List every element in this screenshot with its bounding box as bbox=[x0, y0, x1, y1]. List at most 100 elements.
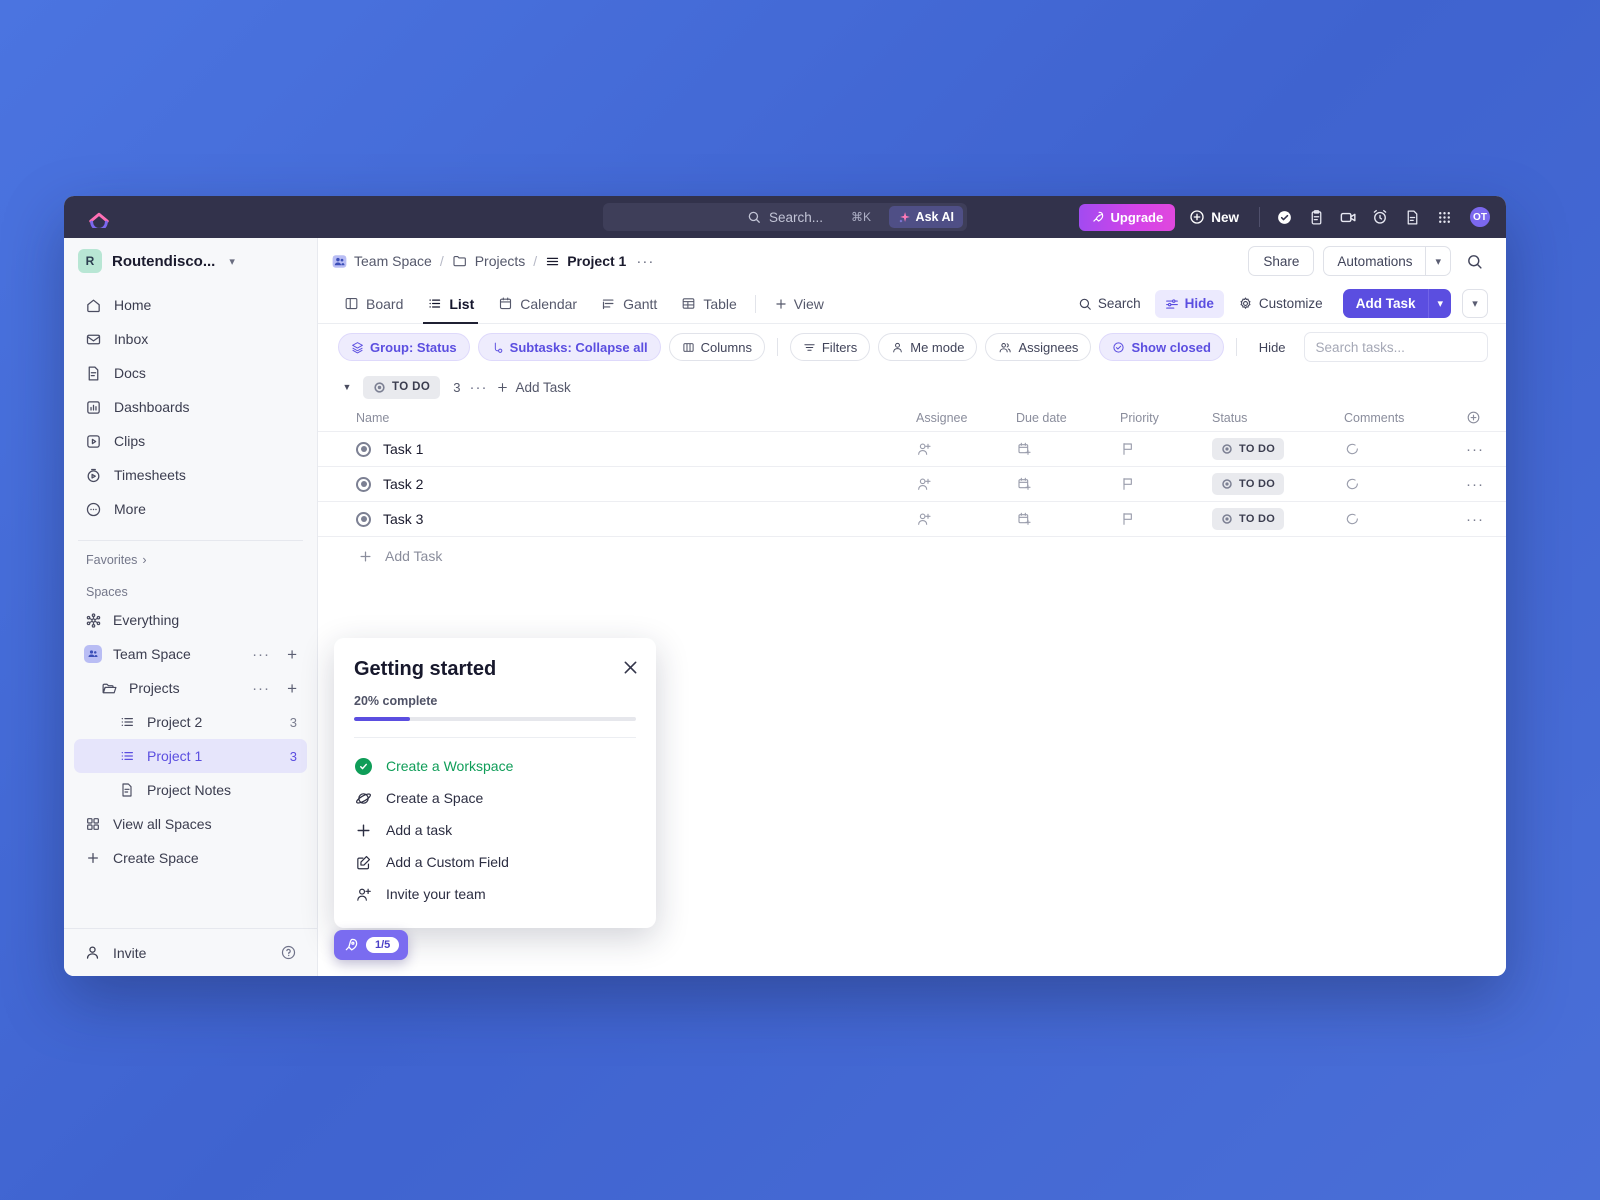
group-status-badge[interactable]: TO DO bbox=[363, 375, 441, 399]
table-row[interactable]: Task 3 TO DO ··· bbox=[318, 502, 1506, 537]
chip-filters[interactable]: Filters bbox=[789, 333, 871, 361]
add-task-caret-icon[interactable]: ▾ bbox=[1428, 289, 1451, 318]
task-assignee-cell[interactable] bbox=[916, 511, 1016, 527]
close-icon[interactable] bbox=[621, 658, 640, 677]
add-task-bottom-button[interactable]: Add Task bbox=[318, 537, 1506, 575]
add-view-button[interactable]: View bbox=[762, 296, 836, 312]
projects-add-icon[interactable]: + bbox=[287, 680, 297, 697]
tab-board[interactable]: Board bbox=[332, 284, 415, 324]
sidebar-item-project-1[interactable]: Project 1 3 bbox=[74, 739, 307, 773]
column-name[interactable]: Name bbox=[356, 411, 916, 425]
tab-gantt[interactable]: Gantt bbox=[589, 284, 669, 324]
task-priority-cell[interactable] bbox=[1120, 476, 1212, 492]
global-search-input[interactable]: Search... ⌘K Ask AI bbox=[603, 203, 967, 231]
tab-table[interactable]: Table bbox=[669, 284, 748, 324]
task-status-circle-icon[interactable] bbox=[356, 441, 371, 457]
breadcrumb-overflow-icon[interactable]: ··· bbox=[636, 253, 654, 270]
apps-grid-icon[interactable] bbox=[1430, 203, 1458, 231]
column-assignee[interactable]: Assignee bbox=[916, 411, 1016, 425]
question-mark-icon[interactable] bbox=[280, 944, 297, 961]
table-row[interactable]: Task 2 TO DO ··· bbox=[318, 467, 1506, 502]
step-create-a-space[interactable]: Create a Space bbox=[354, 782, 636, 814]
task-status-cell[interactable]: TO DO bbox=[1212, 438, 1344, 460]
sidebar-item-clips[interactable]: Clips bbox=[74, 424, 307, 458]
tab-list[interactable]: List bbox=[415, 284, 486, 324]
task-status-cell[interactable]: TO DO bbox=[1212, 508, 1344, 530]
sidebar-item-inbox[interactable]: Inbox bbox=[74, 322, 307, 356]
search-icon[interactable] bbox=[1460, 247, 1488, 275]
document-icon[interactable] bbox=[1398, 203, 1426, 231]
task-search-input[interactable]: Search tasks... bbox=[1303, 332, 1488, 362]
table-row[interactable]: Task 1 TO DO ··· bbox=[318, 432, 1506, 467]
alarm-clock-icon[interactable] bbox=[1366, 203, 1394, 231]
share-button[interactable]: Share bbox=[1248, 246, 1315, 276]
add-task-button[interactable]: Add Task bbox=[1342, 289, 1429, 318]
task-comments-cell[interactable] bbox=[1344, 476, 1466, 492]
invite-label[interactable]: Invite bbox=[113, 945, 146, 961]
check-circle-icon[interactable] bbox=[1270, 203, 1298, 231]
sidebar-item-view-all-spaces[interactable]: View all Spaces bbox=[74, 807, 307, 841]
chip-assignees[interactable]: Assignees bbox=[985, 333, 1092, 361]
clickup-logo-icon[interactable] bbox=[86, 204, 112, 230]
task-name-cell[interactable]: Task 3 bbox=[356, 511, 916, 527]
task-row-options-icon[interactable]: ··· bbox=[1466, 441, 1506, 458]
user-avatar[interactable]: OT bbox=[1468, 205, 1492, 229]
workspace-switcher[interactable]: R Routendisco... ▾ bbox=[64, 238, 317, 284]
chip-me-mode[interactable]: Me mode bbox=[878, 333, 978, 361]
sidebar-item-create-space[interactable]: Create Space bbox=[74, 841, 307, 875]
task-priority-cell[interactable] bbox=[1120, 511, 1212, 527]
view-search-button[interactable]: Search bbox=[1068, 290, 1151, 318]
automations-caret-icon[interactable]: ▾ bbox=[1425, 246, 1451, 276]
team-space-add-icon[interactable]: + bbox=[287, 646, 297, 663]
collapse-caret-icon[interactable]: ▼ bbox=[340, 382, 354, 392]
automations-button[interactable]: Automations bbox=[1323, 246, 1426, 276]
sidebar-item-projects[interactable]: Projects ··· + bbox=[74, 671, 307, 705]
task-due-date-cell[interactable] bbox=[1016, 476, 1120, 492]
chip-group-status[interactable]: Group: Status bbox=[338, 333, 470, 361]
column-comments[interactable]: Comments bbox=[1344, 411, 1466, 425]
breadcrumb-projects[interactable]: Projects bbox=[452, 253, 525, 269]
sidebar-item-dashboards[interactable]: Dashboards bbox=[74, 390, 307, 424]
step-invite-your-team[interactable]: Invite your team bbox=[354, 878, 636, 910]
group-add-task-button[interactable]: Add Task bbox=[496, 380, 571, 395]
favorites-section[interactable]: Favorites › bbox=[64, 541, 317, 571]
step-add-a-task[interactable]: Add a task bbox=[354, 814, 636, 846]
chip-show-closed[interactable]: Show closed bbox=[1099, 333, 1224, 361]
new-button[interactable]: New bbox=[1179, 204, 1249, 231]
hide-button[interactable]: Hide bbox=[1154, 289, 1224, 318]
sidebar-item-project-2[interactable]: Project 2 3 bbox=[74, 705, 307, 739]
add-column-button[interactable] bbox=[1466, 410, 1506, 425]
task-assignee-cell[interactable] bbox=[916, 441, 1016, 457]
sidebar-item-everything[interactable]: Everything bbox=[74, 603, 307, 637]
task-due-date-cell[interactable] bbox=[1016, 511, 1120, 527]
video-camera-icon[interactable] bbox=[1334, 203, 1362, 231]
group-options-icon[interactable]: ··· bbox=[469, 379, 487, 396]
task-priority-cell[interactable] bbox=[1120, 441, 1212, 457]
task-status-circle-icon[interactable] bbox=[356, 476, 371, 492]
column-priority[interactable]: Priority bbox=[1120, 411, 1212, 425]
task-status-cell[interactable]: TO DO bbox=[1212, 473, 1344, 495]
sidebar-item-more[interactable]: More bbox=[74, 492, 307, 526]
task-comments-cell[interactable] bbox=[1344, 511, 1466, 527]
chip-columns[interactable]: Columns bbox=[668, 333, 765, 361]
task-due-date-cell[interactable] bbox=[1016, 441, 1120, 457]
column-due-date[interactable]: Due date bbox=[1016, 411, 1120, 425]
task-name-cell[interactable]: Task 1 bbox=[356, 441, 916, 457]
upgrade-button[interactable]: Upgrade bbox=[1078, 203, 1176, 231]
step-create-a-workspace[interactable]: Create a Workspace bbox=[354, 750, 636, 782]
sidebar-item-project-notes[interactable]: Project Notes bbox=[74, 773, 307, 807]
task-status-circle-icon[interactable] bbox=[356, 511, 371, 527]
column-status[interactable]: Status bbox=[1212, 411, 1344, 425]
ask-ai-button[interactable]: Ask AI bbox=[888, 206, 963, 228]
customize-button[interactable]: Customize bbox=[1228, 290, 1333, 318]
breadcrumb-team-space[interactable]: Team Space bbox=[332, 253, 432, 269]
task-name-cell[interactable]: Task 2 bbox=[356, 476, 916, 492]
view-overflow-caret-icon[interactable]: ▾ bbox=[1462, 289, 1488, 318]
sidebar-item-docs[interactable]: Docs bbox=[74, 356, 307, 390]
step-add-a-custom-field[interactable]: Add a Custom Field bbox=[354, 846, 636, 878]
task-row-options-icon[interactable]: ··· bbox=[1466, 511, 1506, 528]
sidebar-item-timesheets[interactable]: Timesheets bbox=[74, 458, 307, 492]
sidebar-item-team-space[interactable]: Team Space ··· + bbox=[74, 637, 307, 671]
tab-calendar[interactable]: Calendar bbox=[486, 284, 589, 324]
task-assignee-cell[interactable] bbox=[916, 476, 1016, 492]
